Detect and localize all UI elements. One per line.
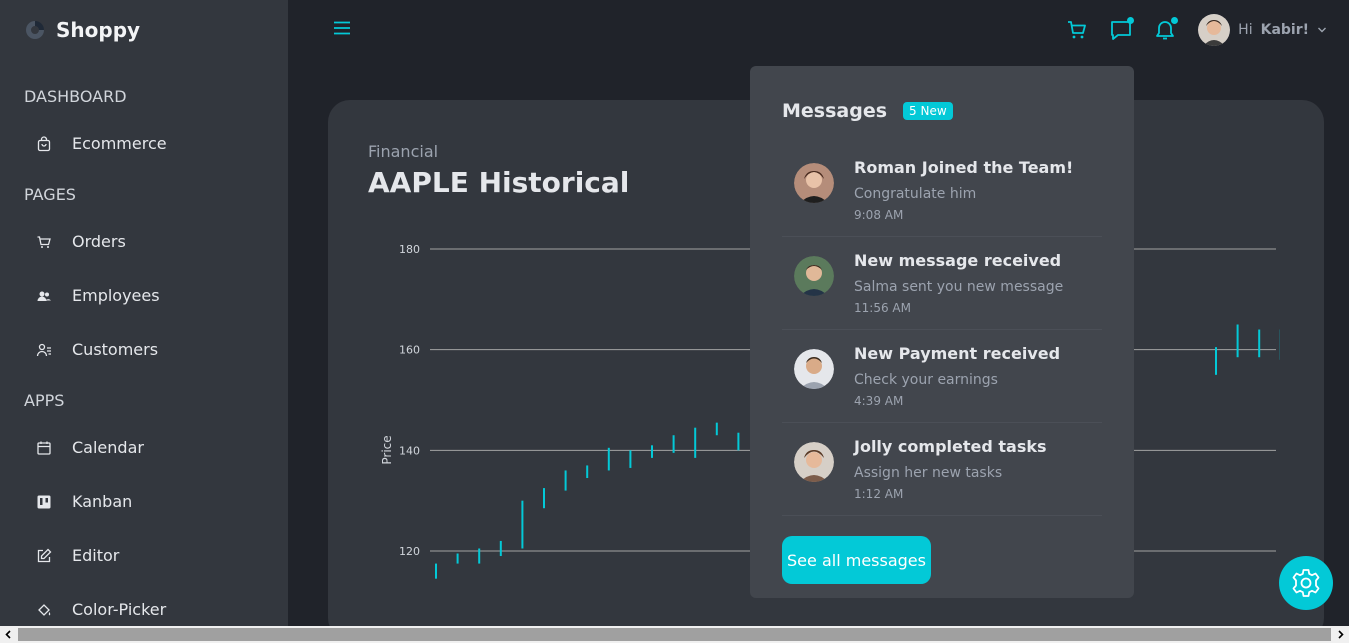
message-title: New Payment received — [854, 344, 1061, 363]
message-desc: Check your earnings — [854, 372, 998, 388]
sidebar-item-label: Orders — [72, 232, 126, 251]
card-title: AAPLE Historical — [368, 166, 630, 199]
scroll-right-arrow-icon[interactable] — [1335, 629, 1346, 640]
cart-icon — [37, 235, 51, 248]
sidebar: Shoppy DASHBOARD Ecommerce PAGES Orders … — [0, 0, 288, 626]
message-time: 9:08 AM — [854, 208, 904, 222]
scrollbar-thumb[interactable] — [18, 628, 1331, 641]
message-desc: Congratulate him — [854, 186, 977, 202]
sidebar-item-employees[interactable]: Employees — [36, 286, 160, 305]
message-title: New message received — [854, 251, 1062, 270]
horizontal-scrollbar[interactable] — [0, 626, 1349, 643]
sidebar-item-label: Customers — [72, 340, 159, 359]
y-tick-label: 120 — [399, 545, 420, 558]
sidebar-item-label: Editor — [72, 546, 120, 565]
kanban-icon — [37, 495, 51, 508]
y-axis-label: Price — [380, 435, 394, 464]
message-title: Jolly completed tasks — [854, 437, 1047, 456]
message-item[interactable]: Roman Joined the Team! Congratulate him … — [782, 144, 1102, 237]
calendar-icon — [37, 441, 51, 455]
message-time: 4:39 AM — [854, 394, 904, 408]
see-all-messages-button[interactable]: See all messages — [782, 536, 931, 584]
avatar — [794, 163, 834, 203]
message-time: 11:56 AM — [854, 301, 911, 315]
messages-popup: Messages 5 New Roman Joined the Team! Co… — [750, 66, 1134, 598]
message-title: Roman Joined the Team! — [854, 158, 1074, 177]
notification-button[interactable] — [1154, 17, 1179, 41]
user-profile[interactable]: Hi Kabir! — [1198, 14, 1327, 46]
section-title-dashboard: DASHBOARD — [24, 87, 127, 106]
menu-icon[interactable] — [333, 20, 351, 36]
new-count-badge: 5 New — [903, 102, 953, 120]
bell-notification-dot — [1171, 17, 1179, 24]
people-icon — [37, 291, 51, 301]
sidebar-item-label: Employees — [72, 286, 160, 305]
gear-icon — [1292, 569, 1320, 597]
shopping-bag-icon — [37, 135, 51, 151]
message-time: 1:12 AM — [854, 487, 904, 501]
sidebar-item-label: Color-Picker — [72, 600, 167, 619]
sidebar-item-kanban[interactable]: Kanban — [36, 492, 132, 511]
message-desc: Assign her new tasks — [854, 465, 1003, 481]
sidebar-item-customers[interactable]: Customers — [36, 340, 158, 359]
logo-icon — [26, 21, 44, 39]
message-desc: Salma sent you new message — [854, 279, 1064, 295]
sidebar-item-calendar[interactable]: Calendar — [36, 438, 144, 457]
chat-button[interactable] — [1110, 17, 1135, 41]
edit-icon — [37, 548, 52, 562]
user-name: Kabir! — [1260, 22, 1309, 38]
avatar — [794, 442, 834, 482]
brand[interactable]: Shoppy — [24, 18, 140, 42]
chevron-down-icon — [1318, 27, 1326, 33]
messages-title: Messages — [782, 100, 888, 122]
message-item[interactable]: New message received Salma sent you new … — [782, 237, 1102, 330]
sidebar-item-label: Ecommerce — [72, 134, 167, 153]
sidebar-item-label: Kanban — [72, 492, 133, 511]
greeting-text: Hi — [1238, 22, 1253, 38]
y-tick-label: 180 — [399, 243, 420, 256]
message-item[interactable]: New Payment received Check your earnings… — [782, 330, 1102, 423]
sidebar-item-editor[interactable]: Editor — [36, 546, 119, 565]
avatar — [794, 349, 834, 389]
sidebar-item-ecommerce[interactable]: Ecommerce — [36, 134, 167, 153]
sidebar-item-label: Calendar — [72, 438, 144, 457]
y-tick-label: 140 — [399, 444, 420, 457]
scroll-left-arrow-icon[interactable] — [3, 629, 14, 640]
brand-name: Shoppy — [56, 18, 141, 42]
y-tick-label: 160 — [399, 344, 420, 357]
sidebar-item-color-picker[interactable]: Color-Picker — [36, 600, 166, 619]
cart-icon — [1068, 21, 1087, 39]
section-title-pages: PAGES — [24, 185, 76, 204]
topbar-actions: Hi Kabir! — [1066, 14, 1327, 46]
sidebar-item-orders[interactable]: Orders — [36, 232, 126, 251]
paint-bucket-icon — [38, 603, 51, 616]
card-subtitle: Financial — [368, 142, 439, 161]
avatar — [794, 256, 834, 296]
messages-header: Messages 5 New — [782, 100, 953, 122]
settings-button[interactable] — [1279, 556, 1333, 610]
message-item[interactable]: Jolly completed tasks Assign her new tas… — [782, 423, 1102, 516]
chat-notification-dot — [1127, 17, 1135, 24]
cart-button[interactable] — [1066, 19, 1088, 41]
customers-icon — [36, 343, 51, 356]
avatar — [1198, 14, 1231, 46]
section-title-apps: APPS — [24, 391, 65, 410]
